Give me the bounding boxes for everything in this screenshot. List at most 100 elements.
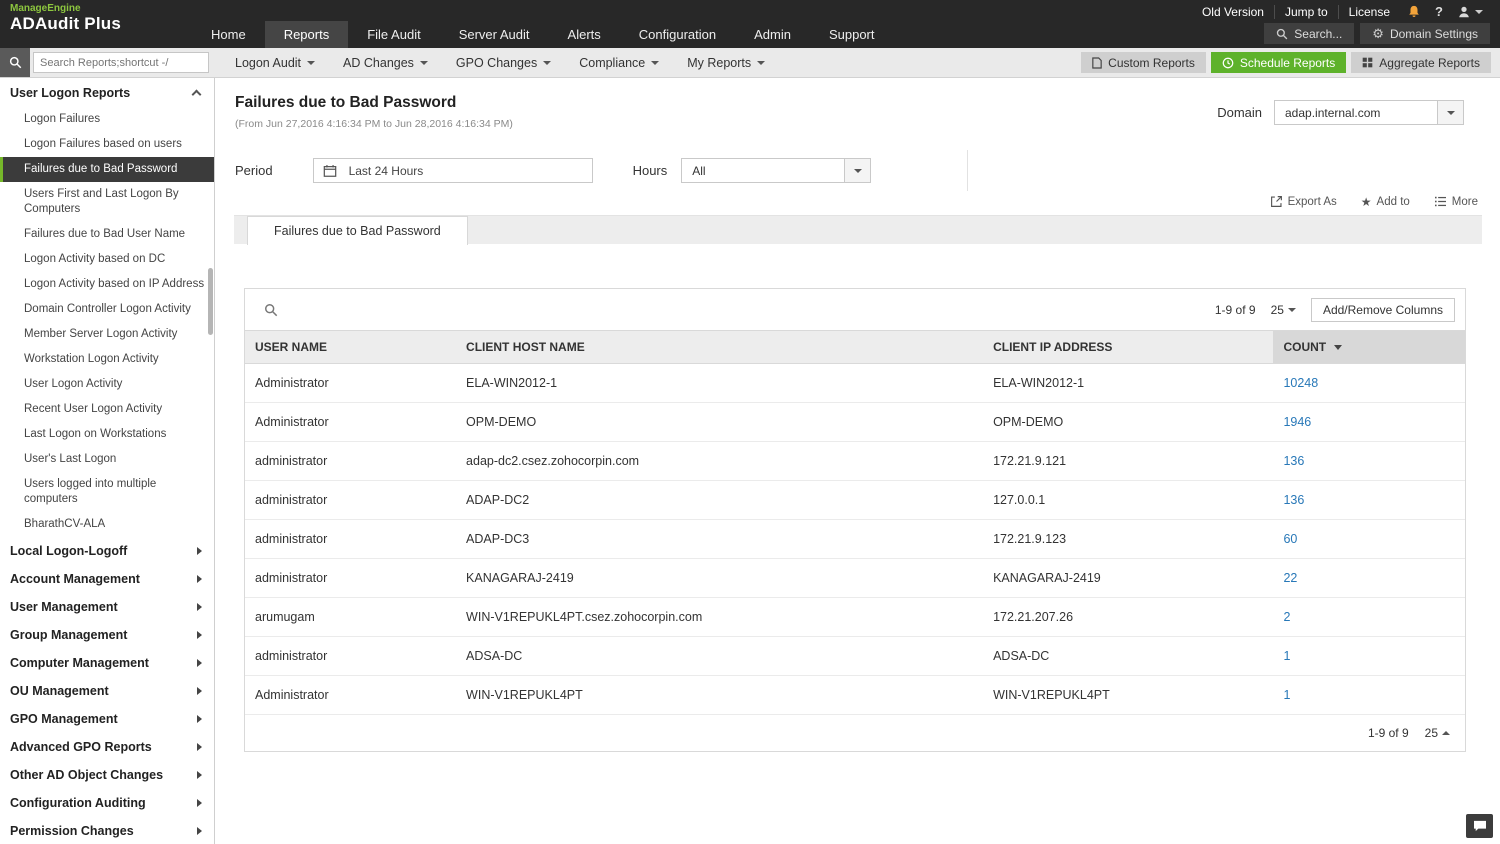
global-search-label: Search... <box>1294 26 1343 41</box>
sidebar-section-advanced-gpo-reports[interactable]: Advanced GPO Reports <box>0 733 214 761</box>
page-size-dropdown[interactable]: 25 <box>1271 303 1296 317</box>
table-row[interactable]: Administrator OPM-DEMO OPM-DEMO 1946 <box>245 402 1465 442</box>
nav-file-audit[interactable]: File Audit <box>348 21 439 48</box>
sidebar-section-gpo-management[interactable]: GPO Management <box>0 705 214 733</box>
calendar-icon <box>323 164 337 178</box>
export-icon <box>1270 196 1282 207</box>
column-header-count[interactable]: COUNT <box>1273 330 1465 364</box>
sidebar-item-bharathcv-ala[interactable]: BharathCV-ALA <box>0 512 214 537</box>
count-link[interactable]: 22 <box>1283 571 1297 585</box>
nav-support[interactable]: Support <box>810 21 894 48</box>
table-row[interactable]: administrator ADSA-DC ADSA-DC 1 <box>245 636 1465 676</box>
table-row[interactable]: Administrator ELA-WIN2012-1 ELA-WIN2012-… <box>245 363 1465 403</box>
sidebar-item-workstation-logon-activity[interactable]: Workstation Logon Activity <box>0 347 214 372</box>
table-header-row: USER NAME CLIENT HOST NAME CLIENT IP ADD… <box>245 330 1465 364</box>
sidebar-item-recent-user-logon-activity[interactable]: Recent User Logon Activity <box>0 397 214 422</box>
nav-alerts[interactable]: Alerts <box>549 21 620 48</box>
sidebar-section-configuration-auditing[interactable]: Configuration Auditing <box>0 789 214 817</box>
period-picker[interactable]: Last 24 Hours <box>312 158 593 183</box>
nav-configuration[interactable]: Configuration <box>620 21 735 48</box>
chevron-right-icon <box>197 771 202 779</box>
count-link[interactable]: 2 <box>1283 610 1290 624</box>
nav-admin[interactable]: Admin <box>735 21 810 48</box>
count-link[interactable]: 60 <box>1283 532 1297 546</box>
sidebar-section-ou-management[interactable]: OU Management <box>0 677 214 705</box>
table-row[interactable]: administrator adap-dc2.csez.zohocorpin.c… <box>245 441 1465 481</box>
sidebar-section-permission-changes[interactable]: Permission Changes <box>0 817 214 844</box>
old-version-link[interactable]: Old Version <box>1192 4 1275 19</box>
menu-gpo-changes[interactable]: GPO Changes <box>442 48 565 77</box>
column-header-client-host-name[interactable]: CLIENT HOST NAME <box>456 330 984 364</box>
table-row[interactable]: arumugam WIN-V1REPUKL4PT.csez.zohocorpin… <box>245 597 1465 637</box>
jump-to-link[interactable]: Jump to <box>1275 4 1339 19</box>
nav-reports[interactable]: Reports <box>264 21 349 48</box>
count-link[interactable]: 10248 <box>1283 376 1318 390</box>
sidebar-item-logon-activity-based-on-dc[interactable]: Logon Activity based on DC <box>0 247 214 272</box>
tab-failures-due-to-bad-password[interactable]: Failures due to Bad Password <box>247 216 468 245</box>
table-row[interactable]: administrator KANAGARAJ-2419 KANAGARAJ-2… <box>245 558 1465 598</box>
domain-dropdown[interactable]: adap.internal.com <box>1274 100 1464 125</box>
app-logo[interactable]: ManageEngine ADAudit Plus <box>10 3 121 32</box>
nav-home[interactable]: Home <box>192 21 265 48</box>
table-row[interactable]: Administrator WIN-V1REPUKL4PT WIN-V1REPU… <box>245 675 1465 715</box>
add-remove-columns-button[interactable]: Add/Remove Columns <box>1310 298 1455 322</box>
license-link[interactable]: License <box>1339 5 1400 19</box>
export-as-button[interactable]: Export As <box>1270 195 1337 208</box>
global-search-button[interactable]: Search... <box>1264 23 1355 44</box>
sidebar-scrollbar[interactable] <box>208 268 213 335</box>
sidebar-section-group-management[interactable]: Group Management <box>0 621 214 649</box>
sidebar-section-computer-management[interactable]: Computer Management <box>0 649 214 677</box>
sidebar-section-user-management[interactable]: User Management <box>0 593 214 621</box>
menu-logon-audit[interactable]: Logon Audit <box>221 48 329 77</box>
sidebar-item-failures-due-to-bad-password[interactable]: Failures due to Bad Password <box>0 157 214 182</box>
count-link[interactable]: 136 <box>1283 493 1304 507</box>
table-row[interactable]: administrator ADAP-DC3 172.21.9.123 60 <box>245 519 1465 559</box>
period-value: Last 24 Hours <box>348 163 424 178</box>
grid-icon <box>1362 57 1373 68</box>
count-link[interactable]: 1 <box>1283 688 1290 702</box>
sidebar-item-domain-controller-logon-activity[interactable]: Domain Controller Logon Activity <box>0 297 214 322</box>
column-header-client-ip-address[interactable]: CLIENT IP ADDRESS <box>983 330 1274 364</box>
sidebar-item-failures-due-to-bad-user-name[interactable]: Failures due to Bad User Name <box>0 222 214 247</box>
help-icon[interactable]: ? <box>1428 4 1450 19</box>
schedule-reports-button[interactable]: Schedule Reports <box>1210 52 1347 73</box>
nav-server-audit[interactable]: Server Audit <box>440 21 549 48</box>
table-search-icon[interactable] <box>264 303 278 317</box>
feedback-chat-button[interactable] <box>1466 814 1493 838</box>
sidebar-item-user-logon-activity[interactable]: User Logon Activity <box>0 372 214 397</box>
section-title: User Logon Reports <box>10 86 131 100</box>
count-link[interactable]: 1946 <box>1283 415 1311 429</box>
sidebar-section-account-management[interactable]: Account Management <box>0 565 214 593</box>
menu-compliance[interactable]: Compliance <box>565 48 673 77</box>
count-link[interactable]: 1 <box>1283 649 1290 663</box>
sidebar-section-other-ad-object-changes[interactable]: Other AD Object Changes <box>0 761 214 789</box>
aggregate-reports-button[interactable]: Aggregate Reports <box>1351 52 1491 73</box>
sidebar-section-user-logon-reports[interactable]: User Logon Reports <box>0 78 214 107</box>
sidebar-item-users-first-and-last-logon[interactable]: Users First and Last Logon By Computers <box>0 182 214 222</box>
add-to-button[interactable]: ★ Add to <box>1361 196 1410 208</box>
hours-dropdown[interactable]: All <box>681 158 872 183</box>
sidebar-section-local-logon-logoff[interactable]: Local Logon-Logoff <box>0 537 214 565</box>
cell-count: 1 <box>1273 636 1465 676</box>
sidebar-item-users-last-logon[interactable]: User's Last Logon <box>0 447 214 472</box>
user-account-icon[interactable] <box>1450 5 1490 19</box>
count-link[interactable]: 136 <box>1283 454 1304 468</box>
sidebar-item-logon-activity-based-on-ip[interactable]: Logon Activity based on IP Address <box>0 272 214 297</box>
report-search-input[interactable] <box>33 52 209 73</box>
notification-bell-icon[interactable] <box>1400 5 1428 19</box>
menu-my-reports[interactable]: My Reports <box>673 48 779 77</box>
search-toggle-button[interactable] <box>0 48 30 77</box>
custom-reports-button[interactable]: Custom Reports <box>1081 52 1206 73</box>
cell-user-name: Administrator <box>245 402 457 442</box>
sidebar-item-logon-failures[interactable]: Logon Failures <box>0 107 214 132</box>
page-size-dropdown-bottom[interactable]: 25 <box>1425 726 1450 740</box>
more-button[interactable]: More <box>1434 196 1478 208</box>
sidebar-item-last-logon-on-workstations[interactable]: Last Logon on Workstations <box>0 422 214 447</box>
menu-ad-changes[interactable]: AD Changes <box>329 48 442 77</box>
table-row[interactable]: administrator ADAP-DC2 127.0.0.1 136 <box>245 480 1465 520</box>
domain-settings-button[interactable]: ⚙ Domain Settings <box>1360 23 1490 44</box>
column-header-user-name[interactable]: USER NAME <box>245 330 457 364</box>
sidebar-item-logon-failures-based-on-users[interactable]: Logon Failures based on users <box>0 132 214 157</box>
sidebar-item-member-server-logon-activity[interactable]: Member Server Logon Activity <box>0 322 214 347</box>
sidebar-item-users-logged-into-multiple-computers[interactable]: Users logged into multiple computers <box>0 472 214 512</box>
